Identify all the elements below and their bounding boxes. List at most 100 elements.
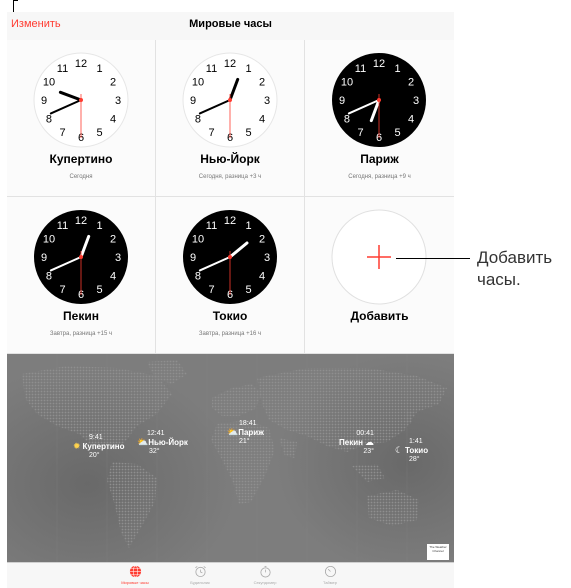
page-title: Мировые часы	[189, 18, 272, 30]
clock-numeral: 5	[245, 284, 251, 296]
clock-city-name: Пекин	[63, 309, 99, 323]
callout-add-clock: Добавить часы.	[477, 248, 553, 289]
clock-time-difference: Завтра, разница +15 ч	[49, 331, 113, 337]
clock-numeral: 4	[408, 114, 414, 126]
add-clock-cell[interactable]: Добавить	[305, 197, 454, 354]
marker-time: 18:41	[239, 420, 257, 427]
clock-numeral: 4	[259, 114, 265, 126]
marker-time: 12:41	[147, 430, 165, 437]
clock-center-pin	[79, 98, 83, 102]
partly-cloudy-icon: ⛅	[227, 427, 239, 437]
clock-numeral: 11	[57, 63, 68, 75]
tab-label: Секундомер	[253, 580, 277, 585]
clock-numeral: 10	[43, 234, 55, 246]
clock-city-name: Нью-Йорк	[200, 152, 260, 166]
clock-numeral: 5	[394, 127, 400, 139]
marker-city: Купертино	[82, 442, 125, 451]
clock-cell[interactable]: 123456789101112 Пекин Завтра, разница +1…	[7, 197, 156, 354]
clock-center-pin	[377, 98, 381, 102]
clock-time-difference: Сегодня, разница +9 ч	[348, 174, 411, 180]
tab-label: Таймер	[323, 580, 337, 585]
partly-cloudy-icon: ⛅	[137, 437, 149, 447]
clock-numeral: 10	[192, 77, 204, 89]
clock-numeral: 10	[43, 77, 55, 89]
clock-numeral: 11	[57, 220, 68, 232]
clock-city-name: Токио	[212, 309, 248, 323]
tab-label: Будильник	[190, 580, 210, 585]
clock-city-name: Париж	[360, 152, 399, 166]
clock-numeral: 1	[245, 220, 251, 232]
clock-numeral: 8	[46, 114, 52, 126]
clock-time-difference: Сегодня	[69, 174, 93, 180]
clock-numeral: 2	[408, 77, 414, 89]
globe-icon	[129, 565, 141, 578]
marker-city: Нью-Йорк	[148, 438, 188, 447]
map-marker-tokyo[interactable]: 1:41 ☾ Токио 28°	[395, 438, 428, 464]
clock-numeral: 2	[110, 77, 116, 89]
analog-clock-face: 123456789101112	[183, 210, 277, 304]
tab-timer[interactable]: Таймер	[300, 565, 360, 585]
callout-leader-line	[396, 258, 470, 259]
clock-numeral: 8	[195, 114, 201, 126]
clock-numeral: 3	[264, 95, 270, 107]
clock-numeral: 12	[75, 215, 87, 227]
clock-cell[interactable]: 123456789101112 Нью-Йорк Сегодня, разниц…	[156, 40, 305, 197]
clock-cell[interactable]: 123456789101112 Париж Сегодня, разница +…	[305, 40, 454, 197]
clock-numeral: 5	[96, 127, 102, 139]
map-marker-paris[interactable]: 18:41 ⛅Париж 21°	[227, 420, 264, 446]
timer-icon	[324, 565, 336, 578]
clock-numeral: 12	[373, 58, 385, 70]
marker-temp: 20°	[89, 452, 100, 459]
clock-numeral: 4	[110, 114, 116, 126]
analog-clock-face: 123456789101112	[182, 52, 278, 148]
clock-numeral: 4	[259, 271, 265, 283]
tab-bar: Мировые часы Будильник Секундомер Таймер	[7, 562, 454, 588]
clock-city-name: Купертино	[49, 152, 113, 166]
map-marker-new-york[interactable]: 12:41 ⛅Нью-Йорк 32°	[137, 430, 188, 456]
clock-cell[interactable]: 123456789101112 Купертино Сегодня	[7, 40, 156, 197]
clock-numeral: 1	[96, 63, 102, 75]
clock-numeral: 12	[224, 215, 236, 227]
clock-numeral: 11	[206, 220, 217, 232]
clock-numeral: 1	[245, 63, 251, 75]
clock-center-pin	[228, 255, 232, 259]
clock-numeral: 1	[96, 220, 102, 232]
marker-city: Токио	[405, 446, 429, 455]
marker-time: 9:41	[89, 434, 103, 441]
marker-city: Париж	[238, 428, 264, 437]
clock-numeral: 2	[259, 77, 265, 89]
map-marker-cupertino[interactable]: 9:41 ✹ Купертино 20°	[73, 434, 124, 460]
cloud-icon: ☁	[364, 437, 374, 447]
tab-world-clock[interactable]: Мировые часы	[105, 565, 165, 585]
clock-time-difference: Завтра, разница +16 ч	[198, 331, 262, 337]
clock-numeral: 5	[245, 127, 251, 139]
weather-channel-logo: The Weather Channel	[427, 544, 449, 560]
analog-clock-face: 123456789101112	[34, 210, 128, 304]
tab-stopwatch[interactable]: Секундомер	[235, 565, 295, 585]
add-clock-button[interactable]	[329, 207, 429, 307]
clock-numeral: 10	[341, 77, 353, 89]
clock-numeral: 7	[208, 284, 214, 296]
clock-numeral: 7	[59, 127, 65, 139]
clock-numeral: 1	[394, 63, 400, 75]
clock-numeral: 4	[110, 271, 116, 283]
clock-numeral: 9	[41, 95, 47, 107]
clock-numeral: 3	[115, 252, 121, 264]
clock-center-pin	[79, 255, 83, 259]
clock-cell[interactable]: 123456789101112 Токио Завтра, разница +1…	[156, 197, 305, 354]
clock-numeral: 12	[75, 58, 87, 70]
map-marker-beijing[interactable]: 00:41 Пекин ☁ 23°	[339, 430, 374, 456]
add-clock-label: Добавить	[350, 309, 409, 323]
tab-label: Мировые часы	[121, 580, 149, 585]
clock-numeral: 2	[110, 234, 116, 246]
marker-temp: 28°	[409, 456, 420, 463]
clock-numeral: 8	[195, 271, 201, 283]
marker-temp: 23°	[363, 448, 374, 455]
tab-alarm[interactable]: Будильник	[170, 565, 230, 585]
clock-numeral: 7	[59, 284, 65, 296]
clock-numeral: 11	[206, 63, 217, 75]
analog-clock-face: 123456789101112	[33, 52, 129, 148]
marker-temp: 32°	[149, 448, 160, 455]
world-map: 9:41 ✹ Купертино 20° 12:41 ⛅Нью-Йорк 32°…	[7, 354, 454, 562]
clock-numeral: 7	[357, 127, 363, 139]
